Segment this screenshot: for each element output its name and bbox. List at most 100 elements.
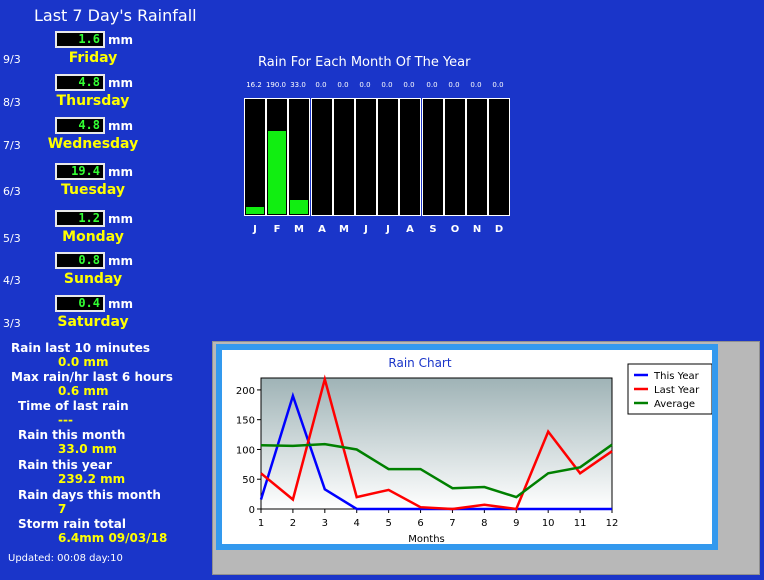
- month-value-label: 0.0: [470, 81, 482, 89]
- month-label: D: [494, 224, 504, 235]
- rain-value-box: 19.4: [55, 163, 105, 180]
- month-label: S: [429, 224, 437, 235]
- updated-timestamp: Updated: 00:08 day:10: [8, 553, 123, 564]
- y-tick-label: 100: [236, 445, 255, 456]
- month-bar-frame: [266, 98, 288, 216]
- x-tick-label: 7: [449, 518, 455, 529]
- day-name: Sunday: [63, 271, 123, 287]
- day-name: Wednesday: [47, 136, 139, 152]
- month-bar-frame: [288, 98, 310, 216]
- month-label: N: [472, 224, 482, 235]
- stat-label: Time of last rain: [18, 399, 129, 413]
- stat-value: 239.2 mm: [58, 472, 126, 486]
- month-label: J: [386, 224, 390, 235]
- month-bar-frame: [311, 98, 333, 216]
- stat-value: ---: [58, 413, 73, 427]
- month-bar: [290, 200, 308, 214]
- rain-value-box: 4.8: [55, 74, 105, 91]
- rain-value-box: 0.8: [55, 252, 105, 269]
- month-bar: [268, 131, 286, 214]
- month-value-label: 33.0: [290, 81, 306, 89]
- month-bar-frame: [422, 98, 444, 216]
- x-tick-label: 10: [542, 518, 555, 529]
- x-tick-label: 6: [417, 518, 423, 529]
- month-value-label: 0.0: [381, 81, 393, 89]
- rain-unit: mm: [108, 119, 134, 133]
- month-label: A: [318, 224, 326, 235]
- y-tick-label: 0: [249, 505, 255, 516]
- page-title: Last 7 Day's Rainfall: [34, 6, 197, 25]
- y-tick-label: 50: [242, 475, 255, 486]
- stat-value: 0.6 mm: [58, 384, 109, 398]
- x-tick-label: 2: [290, 518, 296, 529]
- x-tick-label: 12: [606, 518, 619, 529]
- x-tick-label: 11: [574, 518, 587, 529]
- month-label: A: [406, 224, 414, 235]
- monthly-chart-title: Rain For Each Month Of The Year: [258, 55, 471, 70]
- legend-label: Average: [654, 399, 695, 410]
- rain-unit: mm: [108, 297, 134, 311]
- rain-unit: mm: [108, 33, 134, 47]
- rain-value-box: 1.6: [55, 31, 105, 48]
- rain-unit: mm: [108, 76, 134, 90]
- month-value-label: 0.0: [492, 81, 504, 89]
- stat-label: Rain last 10 minutes: [11, 341, 151, 355]
- day-name: Friday: [68, 50, 118, 66]
- month-bar-frame: [444, 98, 466, 216]
- day-name: Thursday: [56, 93, 130, 109]
- rain-value-box: 4.8: [55, 117, 105, 134]
- month-value-label: 0.0: [426, 81, 438, 89]
- legend-label: This Year: [653, 371, 700, 382]
- month-label: F: [273, 224, 281, 235]
- month-label: J: [364, 224, 368, 235]
- day-name: Tuesday: [61, 182, 125, 198]
- month-label: O: [450, 224, 460, 235]
- day-name: Saturday: [57, 314, 129, 330]
- month-value-label: 190.0: [265, 81, 287, 89]
- rain-unit: mm: [108, 165, 134, 179]
- rain-value-box: 1.2: [55, 210, 105, 227]
- x-tick-label: 8: [481, 518, 487, 529]
- month-value-label: 0.0: [337, 81, 349, 89]
- month-value-label: 0.0: [448, 81, 460, 89]
- month-bar-frame: [244, 98, 266, 216]
- month-bar-frame: [399, 98, 421, 216]
- rain-unit: mm: [108, 212, 134, 226]
- stat-value: 6.4mm 09/03/18: [58, 531, 168, 545]
- month-bar-frame: [488, 98, 510, 216]
- month-label: M: [294, 224, 304, 235]
- stat-label: Rain days this month: [18, 488, 161, 502]
- month-bar: [246, 207, 264, 214]
- x-tick-label: 5: [385, 518, 391, 529]
- rain-chart-title: Rain Chart: [388, 356, 451, 370]
- stat-label: Storm rain total: [18, 517, 126, 531]
- y-tick-label: 200: [236, 386, 255, 397]
- month-bar-frame: [466, 98, 488, 216]
- month-label: M: [339, 224, 349, 235]
- legend-label: Last Year: [654, 385, 700, 396]
- stat-value: 0.0 mm: [58, 355, 109, 369]
- rain-unit: mm: [108, 254, 134, 268]
- stat-value: 33.0 mm: [58, 442, 117, 456]
- stat-label: Rain this year: [18, 458, 112, 472]
- rain-chart-canvas: Rain Chart 0 50 100 150 200 1 2 3 4 5 6 7 8 9 10 11 12 Mon…: [222, 350, 712, 544]
- x-tick-label: 3: [322, 518, 328, 529]
- month-bar-frame: [377, 98, 399, 216]
- x-tick-label: 1: [258, 518, 264, 529]
- rain-chart-frame: Rain Chart 0 50 100 150 200 1 2 3 4 5 6 7 8 9 10 11 12 Mon…: [216, 344, 718, 550]
- y-tick-label: 150: [236, 416, 255, 427]
- stat-label: Max rain/hr last 6 hours: [11, 370, 173, 384]
- stat-label: Rain this month: [18, 428, 126, 442]
- x-axis-label: Months: [408, 534, 445, 544]
- month-value-label: 0.0: [315, 81, 327, 89]
- month-value-label: 0.0: [403, 81, 415, 89]
- rain-value-box: 0.4: [55, 295, 105, 312]
- rain-chart-svg: Rain Chart0501001502001 2 3 4 5 6 7 8 9 10 11 12Mon…: [236, 356, 712, 544]
- month-label: J: [253, 224, 257, 235]
- month-bar-frame: [333, 98, 355, 216]
- x-tick-label: 9: [513, 518, 519, 529]
- day-name: Monday: [62, 229, 124, 245]
- stat-value: 7: [58, 502, 67, 516]
- month-bar-frame: [355, 98, 377, 216]
- x-tick-label: 4: [354, 518, 360, 529]
